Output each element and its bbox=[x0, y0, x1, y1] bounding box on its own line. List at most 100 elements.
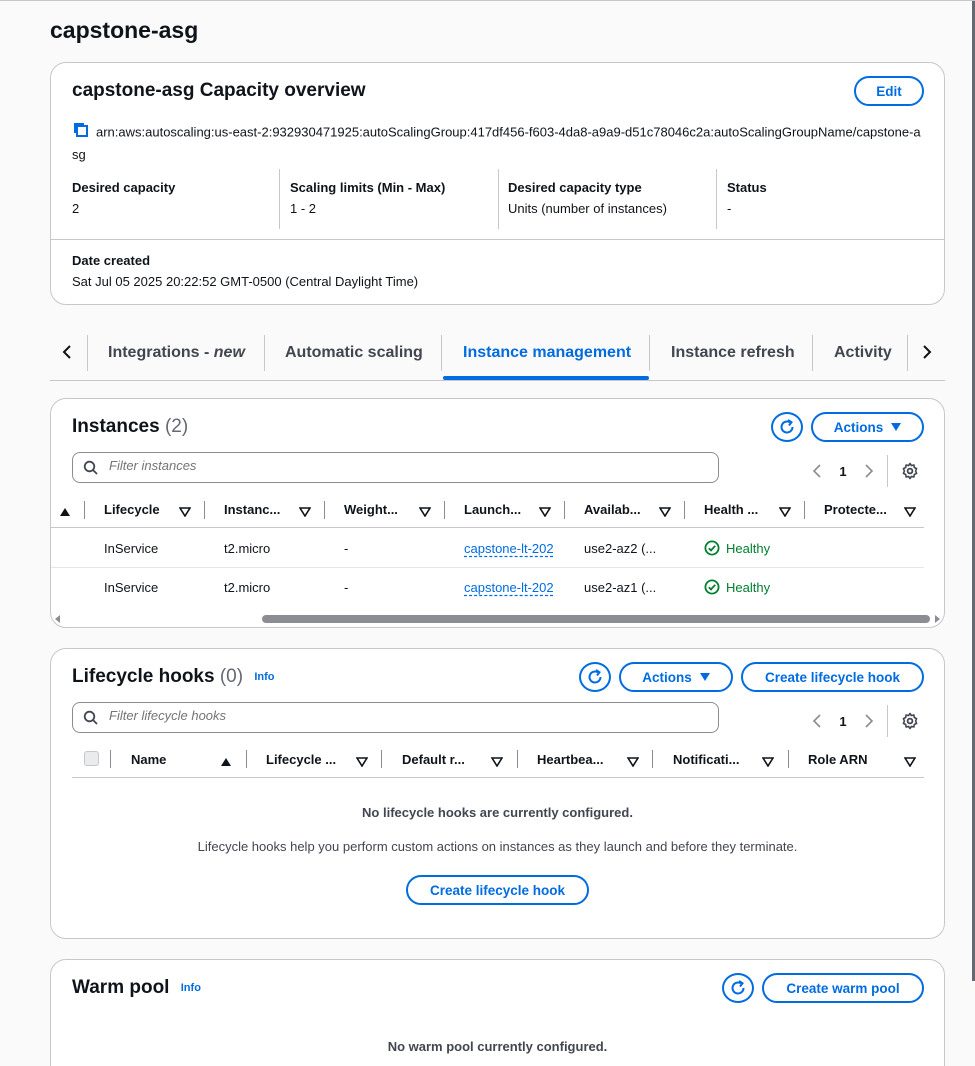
lifecycle-hooks-info-link[interactable]: Info bbox=[254, 671, 274, 683]
capacity-type-label: Desired capacity type bbox=[508, 180, 642, 195]
page-title: capstone-asg bbox=[50, 17, 199, 43]
lifecycle-hooks-title-text: Lifecycle hooks bbox=[72, 666, 215, 687]
column-header[interactable]: Availab... bbox=[584, 502, 656, 517]
column-header[interactable]: Notificati... bbox=[673, 752, 753, 767]
lifecycle-actions-label: Actions bbox=[642, 669, 692, 685]
filter-caret-icon[interactable] bbox=[626, 754, 640, 772]
filter-caret-icon[interactable] bbox=[761, 754, 775, 772]
tab-separator bbox=[264, 335, 265, 371]
refresh-icon bbox=[780, 419, 794, 434]
page-number[interactable]: 1 bbox=[831, 714, 855, 729]
filter-caret-icon[interactable] bbox=[355, 754, 369, 772]
refresh-icon bbox=[588, 669, 602, 684]
refresh-warm-pool-button[interactable] bbox=[722, 973, 754, 1003]
settings-gear-icon[interactable] bbox=[896, 459, 924, 483]
scroll-left-icon[interactable] bbox=[55, 615, 60, 623]
tab-activity[interactable]: Activity bbox=[834, 333, 892, 373]
filter-caret-icon[interactable] bbox=[538, 504, 552, 522]
instances-filter-input[interactable] bbox=[109, 458, 699, 473]
scaling-limits-value: 1 - 2 bbox=[290, 201, 317, 216]
launch-template-link[interactable]: capstone-lt-202 bbox=[464, 541, 554, 556]
warm-pool-card: Warm pool Info Create warm pool No warm … bbox=[50, 959, 945, 1066]
chevron-left-icon[interactable] bbox=[60, 343, 74, 366]
settings-gear-icon[interactable] bbox=[896, 709, 924, 733]
create-lifecycle-hook-empty-button[interactable]: Create lifecycle hook bbox=[406, 875, 589, 905]
column-header[interactable]: Launch... bbox=[464, 502, 536, 517]
chevron-right-icon[interactable] bbox=[920, 343, 934, 366]
filter-caret-icon[interactable] bbox=[490, 754, 504, 772]
lifecycle-actions-button[interactable]: Actions bbox=[619, 662, 733, 692]
column-header[interactable]: Instanc... bbox=[224, 502, 296, 517]
filter-caret-icon[interactable] bbox=[903, 504, 917, 522]
sort-ascending-icon[interactable] bbox=[220, 754, 232, 772]
filter-caret-icon[interactable] bbox=[778, 504, 792, 522]
filter-caret-icon[interactable] bbox=[658, 504, 672, 522]
lifecycle-hooks-filter[interactable] bbox=[72, 702, 719, 733]
horizontal-scrollbar[interactable] bbox=[55, 613, 942, 625]
column-header[interactable]: Lifecycle bbox=[104, 502, 184, 517]
health-status: Healthy bbox=[704, 540, 770, 556]
column-header[interactable]: Default r... bbox=[402, 752, 482, 767]
tab-automatic-scaling[interactable]: Automatic scaling bbox=[285, 333, 423, 373]
create-warm-pool-button[interactable]: Create warm pool bbox=[762, 973, 924, 1003]
column-header[interactable]: Protecte... bbox=[824, 502, 896, 517]
tab-instance-refresh[interactable]: Instance refresh bbox=[671, 333, 795, 373]
column-header[interactable]: Heartbea... bbox=[537, 752, 617, 767]
warm-pool-title: Warm pool Info bbox=[72, 977, 201, 999]
instances-card: Instances (2) Actions 1 Life bbox=[50, 398, 945, 628]
filter-caret-icon[interactable] bbox=[903, 754, 917, 772]
scaling-limits: Scaling limits (Min - Max) 1 - 2 bbox=[290, 180, 445, 216]
filter-caret-icon[interactable] bbox=[418, 504, 432, 522]
cell-weight: - bbox=[344, 541, 349, 556]
column-separator bbox=[517, 750, 518, 768]
edit-button[interactable]: Edit bbox=[854, 76, 924, 106]
refresh-lifecycle-hooks-button[interactable] bbox=[579, 662, 611, 692]
refresh-icon bbox=[731, 980, 745, 995]
lifecycle-hooks-empty-description: Lifecycle hooks help you perform custom … bbox=[197, 839, 798, 854]
column-separator bbox=[324, 501, 325, 519]
warm-pool-title-text: Warm pool bbox=[72, 977, 170, 998]
desired-capacity-value: 2 bbox=[72, 201, 80, 216]
scrollbar-thumb[interactable] bbox=[262, 615, 930, 623]
cell-weight: - bbox=[344, 580, 349, 595]
capacity-type: Desired capacity type Units (number of i… bbox=[508, 180, 667, 216]
column-header[interactable]: Role ARN bbox=[808, 752, 888, 767]
tab-integrations[interactable]: Integrations - new bbox=[108, 333, 245, 373]
health-status-label: Healthy bbox=[726, 579, 771, 595]
prev-page-icon[interactable] bbox=[803, 459, 831, 483]
create-lifecycle-hook-button[interactable]: Create lifecycle hook bbox=[741, 662, 924, 692]
lifecycle-hooks-filter-input[interactable] bbox=[109, 708, 699, 723]
column-header[interactable]: Name bbox=[131, 752, 201, 767]
lifecycle-hooks-title: Lifecycle hooks (0) Info bbox=[72, 666, 275, 688]
page-number[interactable]: 1 bbox=[831, 464, 855, 479]
filter-caret-icon[interactable] bbox=[298, 504, 312, 522]
prev-page-icon[interactable] bbox=[803, 709, 831, 733]
sort-ascending-icon[interactable] bbox=[59, 504, 71, 522]
next-page-icon[interactable] bbox=[855, 709, 883, 733]
filter-caret-icon[interactable] bbox=[178, 504, 192, 522]
tab-integrations-label: Integrations - bbox=[108, 344, 214, 361]
cell-availability-zone: use2-az2 (... bbox=[584, 541, 657, 556]
select-all-checkbox[interactable] bbox=[84, 751, 99, 766]
column-header[interactable]: Lifecycle ... bbox=[266, 752, 346, 767]
instances-filter[interactable] bbox=[72, 452, 719, 483]
warm-pool-info-link[interactable]: Info bbox=[181, 982, 201, 994]
date-created-value: Sat Jul 05 2025 20:22:52 GMT-0500 (Centr… bbox=[72, 274, 419, 289]
cell-instance-type: t2.micro bbox=[224, 541, 271, 556]
tab-separator bbox=[907, 335, 908, 371]
column-separator bbox=[804, 501, 805, 519]
instances-actions-button[interactable]: Actions bbox=[811, 412, 924, 442]
tab-bar: Integrations - new Automatic scaling Ins… bbox=[50, 333, 945, 381]
tab-instance-management[interactable]: Instance management bbox=[463, 333, 631, 373]
instances-count: (2) bbox=[164, 416, 189, 437]
copy-icon[interactable] bbox=[72, 121, 90, 145]
launch-template-link[interactable]: capstone-lt-202 bbox=[464, 580, 554, 595]
column-header[interactable]: Weight... bbox=[344, 502, 416, 517]
scaling-limits-label: Scaling limits (Min - Max) bbox=[290, 180, 446, 195]
desired-capacity-label: Desired capacity bbox=[72, 180, 176, 195]
divider bbox=[498, 169, 499, 229]
scroll-right-icon[interactable] bbox=[935, 615, 940, 623]
next-page-icon[interactable] bbox=[855, 459, 883, 483]
column-header[interactable]: Health ... bbox=[704, 502, 776, 517]
refresh-instances-button[interactable] bbox=[771, 412, 803, 442]
